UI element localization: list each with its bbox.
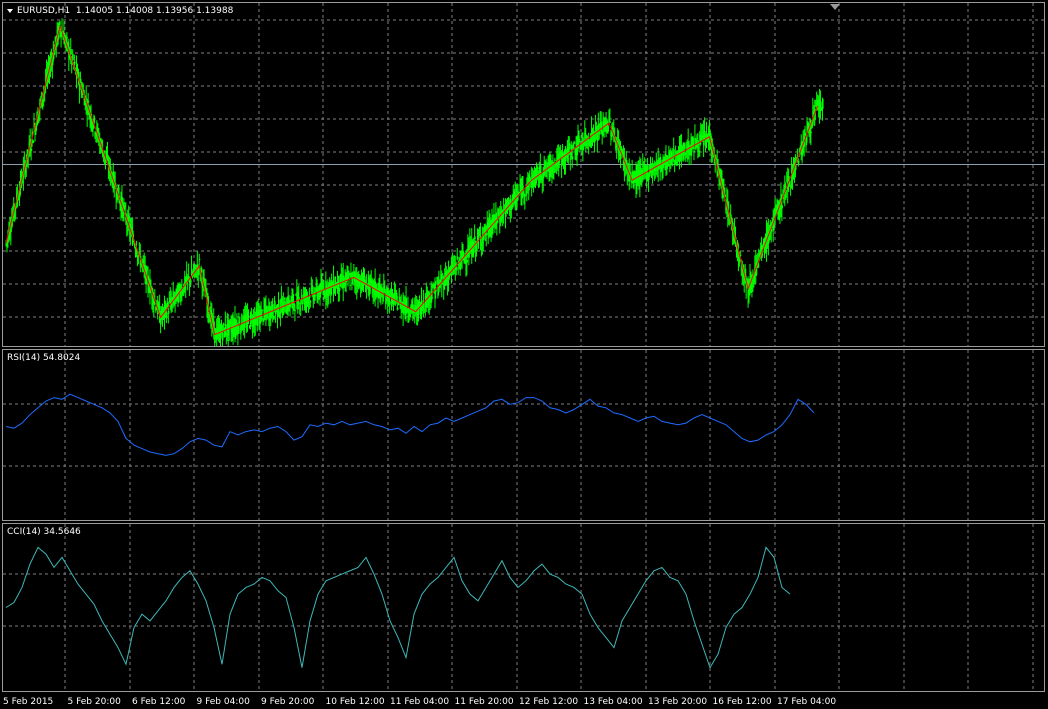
candle-body bbox=[554, 159, 556, 161]
time-tick-label: 10 Feb 12:00 bbox=[325, 697, 385, 707]
candle-body bbox=[347, 275, 350, 280]
candle-body bbox=[221, 332, 224, 341]
candle-body bbox=[647, 165, 649, 171]
candle-body bbox=[273, 315, 275, 320]
candle-body bbox=[692, 137, 695, 149]
scroll-shift-marker-icon[interactable] bbox=[830, 4, 840, 10]
candle-body bbox=[300, 303, 302, 305]
candle-body bbox=[349, 284, 352, 286]
candle-body bbox=[222, 323, 225, 326]
candle-body bbox=[382, 296, 384, 302]
candle-body bbox=[492, 227, 495, 229]
price-chart-pane[interactable]: EURUSD,H1 1.14005 1.14008 1.13956 1.1398… bbox=[2, 2, 1045, 347]
candle-body bbox=[294, 310, 297, 312]
candle-body bbox=[571, 156, 574, 160]
candle-body bbox=[435, 290, 438, 292]
candle-body bbox=[821, 98, 824, 109]
candle-body bbox=[649, 173, 651, 177]
candle-body bbox=[568, 143, 571, 150]
candle-body bbox=[190, 280, 192, 283]
candle-body bbox=[72, 53, 74, 61]
candle-body bbox=[248, 315, 250, 318]
triangle-down-icon[interactable] bbox=[7, 8, 13, 13]
time-tick-label: 13 Feb 20:00 bbox=[648, 697, 708, 707]
candle-body bbox=[683, 143, 686, 150]
candle-body bbox=[536, 167, 539, 170]
candle-body bbox=[609, 121, 612, 123]
time-tick-label: 5 Feb 2015 bbox=[3, 697, 54, 707]
candle-body bbox=[188, 276, 190, 278]
candle-body bbox=[522, 186, 525, 188]
candle-body bbox=[466, 259, 469, 263]
candle-body bbox=[283, 297, 286, 300]
price-chart-canvas[interactable] bbox=[3, 3, 1044, 346]
candle-body bbox=[165, 312, 168, 319]
rsi-chart-canvas bbox=[3, 350, 1044, 520]
rsi-label: RSI(14) 54.8024 bbox=[7, 353, 81, 363]
candle-body bbox=[338, 287, 341, 291]
time-tick-label: 6 Feb 12:00 bbox=[132, 697, 186, 707]
candle-body bbox=[167, 310, 170, 314]
candle-body bbox=[311, 285, 314, 292]
time-tick-label: 13 Feb 04:00 bbox=[583, 697, 643, 707]
candle-body bbox=[10, 229, 12, 232]
candle-body bbox=[693, 150, 696, 152]
candle-body bbox=[35, 125, 38, 131]
rsi-line bbox=[5, 393, 815, 456]
cci-chart-canvas bbox=[3, 524, 1044, 691]
candle-body bbox=[474, 236, 476, 240]
candle-body bbox=[237, 325, 239, 335]
symbol-label: EURUSD,H1 bbox=[17, 6, 71, 16]
cci-label: CCI(14) 34.5646 bbox=[7, 527, 81, 537]
candle-body bbox=[87, 100, 90, 103]
candle-body bbox=[261, 309, 264, 311]
time-tick-label: 16 Feb 12:00 bbox=[712, 697, 772, 707]
candle-body bbox=[607, 125, 610, 132]
candle-body bbox=[301, 294, 303, 301]
candle-body bbox=[396, 307, 399, 310]
candle-body bbox=[314, 295, 317, 297]
candle-body bbox=[456, 256, 459, 260]
candle-body bbox=[473, 246, 475, 253]
candle-body bbox=[302, 301, 304, 305]
time-tick-label: 9 Feb 20:00 bbox=[261, 697, 315, 707]
time-tick-label: 11 Feb 20:00 bbox=[454, 697, 514, 707]
rsi-indicator-pane[interactable]: RSI(14) 54.8024 bbox=[2, 349, 1045, 521]
candle-body bbox=[485, 232, 488, 236]
candle-body bbox=[810, 132, 812, 134]
candle-body bbox=[431, 297, 434, 299]
candle-body bbox=[797, 160, 800, 164]
candle-body bbox=[578, 136, 581, 138]
candle-body bbox=[70, 49, 72, 55]
candle-body bbox=[389, 300, 391, 305]
candle-body bbox=[198, 259, 201, 261]
candle-body bbox=[598, 131, 601, 135]
candle-body bbox=[30, 148, 33, 151]
candle-body bbox=[74, 61, 76, 64]
candle-body bbox=[573, 141, 576, 144]
candle-body bbox=[455, 267, 458, 271]
time-tick-label: 9 Feb 04:00 bbox=[196, 697, 250, 707]
candle-body bbox=[309, 301, 312, 303]
time-tick-label: 11 Feb 04:00 bbox=[390, 697, 450, 707]
price-chart-header: EURUSD,H1 1.14005 1.14008 1.13956 1.1398… bbox=[7, 6, 233, 16]
candle-body bbox=[66, 37, 68, 39]
candle-body bbox=[781, 205, 783, 209]
cci-indicator-pane[interactable]: CCI(14) 34.5646 bbox=[2, 523, 1045, 692]
time-axis: 5 Feb 2015 5 Feb 20:00 6 Feb 12:00 9 Feb 04… bbox=[0, 692, 1048, 709]
candle-body bbox=[476, 242, 478, 251]
candle-body bbox=[477, 236, 480, 239]
candle-body bbox=[32, 140, 35, 143]
candle-body bbox=[730, 214, 732, 217]
zigzag-line bbox=[5, 24, 819, 336]
time-tick-label: 17 Feb 04:00 bbox=[777, 697, 837, 707]
time-tick-label: 5 Feb 20:00 bbox=[67, 697, 121, 707]
ohlc-values: 1.14005 1.14008 1.13956 1.13988 bbox=[75, 6, 234, 16]
time-tick-label: 12 Feb 12:00 bbox=[519, 697, 579, 707]
cci-line bbox=[5, 546, 791, 669]
